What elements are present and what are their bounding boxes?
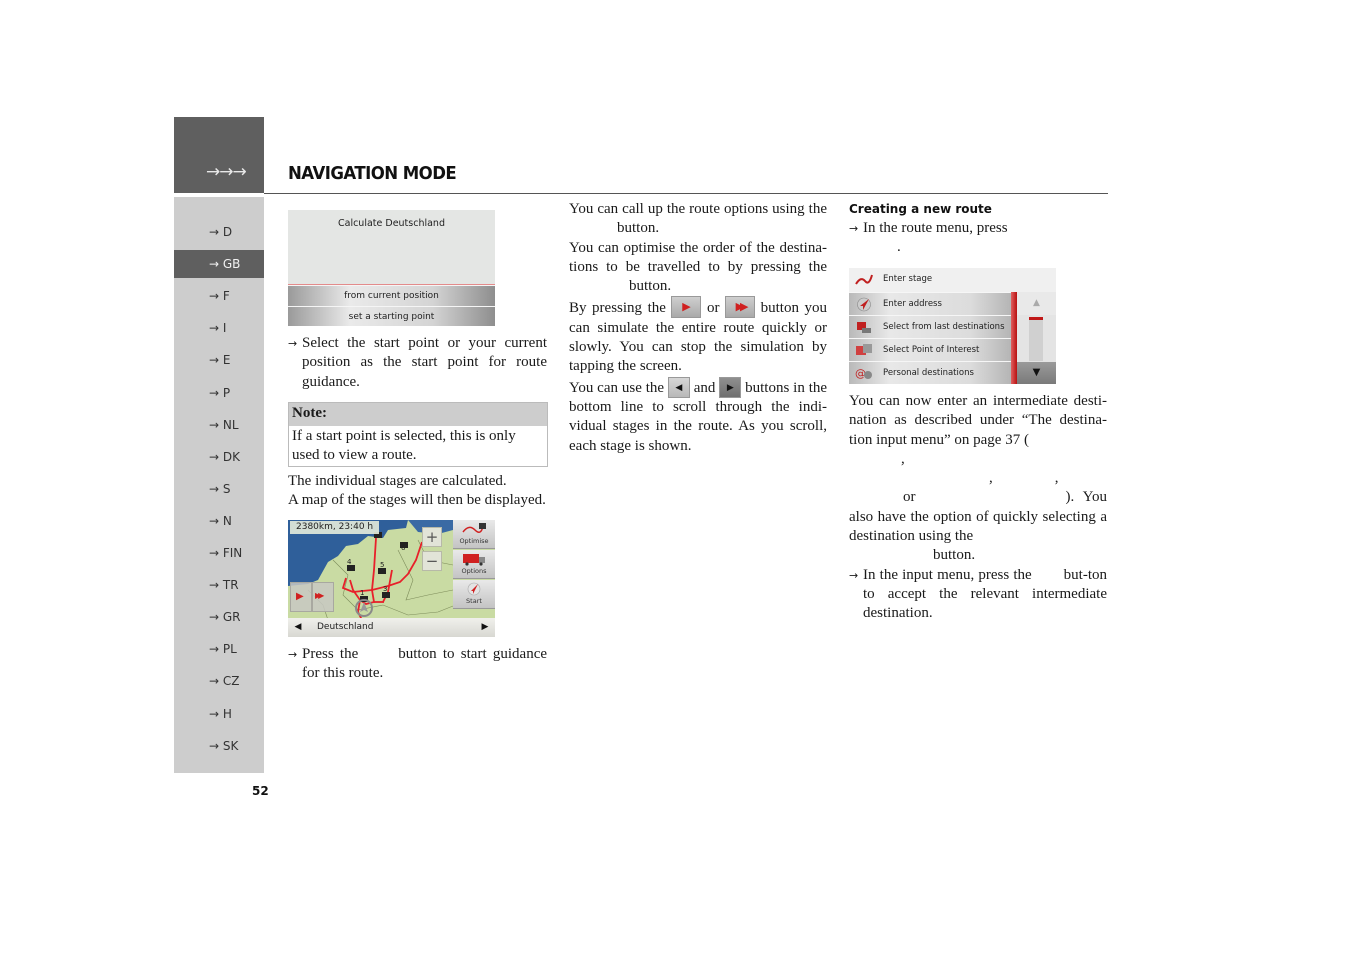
personal-destinations-icon: @ bbox=[855, 367, 872, 380]
language-tab-gb[interactable]: → GB bbox=[174, 250, 264, 279]
navigation-arrow-icon bbox=[467, 582, 481, 596]
screen-title: Calculate Deutschland bbox=[337, 218, 445, 229]
set-starting-point-button[interactable]: set a starting point bbox=[288, 306, 495, 326]
stage-number: 5 bbox=[380, 561, 384, 569]
language-tab-h[interactable]: → H bbox=[174, 700, 264, 728]
section-heading: Creating a new route bbox=[849, 202, 992, 216]
last-destinations-icon bbox=[857, 322, 871, 333]
language-tab-i[interactable]: → I bbox=[174, 314, 264, 342]
options-button[interactable]: Options bbox=[453, 550, 495, 579]
optimise-icon bbox=[462, 523, 486, 533]
note-box: Note: If a start point is selected, this… bbox=[288, 402, 548, 467]
right-arrow-button-icon: ▶ bbox=[719, 376, 742, 398]
page-number: 52 bbox=[252, 784, 269, 798]
chapter-title: NAVIGATION MODE bbox=[288, 163, 457, 184]
stage-number: 4 bbox=[347, 558, 352, 566]
zoom-in-button[interactable]: + bbox=[422, 527, 442, 547]
play-button-icon: ▶ bbox=[671, 296, 702, 319]
stage-number: 6 bbox=[401, 544, 406, 552]
route-map-screen: 1 3 4 5 6 2380km, 23:40 h + − Optimise O… bbox=[288, 520, 495, 637]
navigation-arrow-icon bbox=[857, 297, 871, 312]
note-text: If a start point is selected, this is on… bbox=[292, 428, 516, 464]
menu-item-personal-destinations[interactable]: @ Personal destinations bbox=[849, 361, 1011, 384]
language-tab-dk[interactable]: → DK bbox=[174, 443, 264, 471]
language-tab-f[interactable]: → F bbox=[174, 282, 264, 310]
play-icon: ▶ bbox=[296, 591, 304, 602]
language-tab-n[interactable]: → N bbox=[174, 507, 264, 535]
poi-icon bbox=[856, 344, 872, 355]
language-tab-fin[interactable]: → FIN bbox=[174, 539, 264, 567]
next-stage-button[interactable]: ▶ bbox=[475, 618, 495, 637]
simulate-play-button[interactable]: ▶ bbox=[290, 582, 312, 612]
step-route-menu: → In the route menu, press. bbox=[849, 220, 1008, 256]
note-heading: Note: bbox=[289, 403, 547, 426]
menu-scrollbar[interactable]: ▲ ▼ bbox=[1017, 292, 1056, 384]
menu-item-point-of-interest[interactable]: Select Point of Interest bbox=[849, 338, 1011, 361]
stage-label: Deutschland bbox=[317, 622, 374, 632]
menu-item-enter-address[interactable]: Enter address bbox=[849, 292, 1011, 315]
language-tab-pl[interactable]: → PL bbox=[174, 635, 264, 663]
chapter-arrows-icon: →→→ bbox=[206, 162, 247, 182]
fast-forward-icon: ▶▶ bbox=[315, 591, 324, 600]
step-select-start: → Select the start point or your current … bbox=[288, 335, 547, 390]
start-button[interactable]: Start bbox=[453, 580, 495, 609]
language-tab-nl[interactable]: → NL bbox=[174, 411, 264, 439]
previous-stage-button[interactable]: ◀ bbox=[288, 618, 308, 637]
route-distance-time: 2380km, 23:40 h bbox=[290, 521, 380, 534]
stage-number: 3 bbox=[383, 585, 387, 593]
fast-forward-button-icon: ▶▶ bbox=[725, 296, 756, 319]
stage-bottom-bar: ◀ Deutschland ▶ bbox=[288, 618, 495, 637]
stage-route-icon bbox=[855, 274, 873, 285]
header-divider bbox=[264, 193, 1108, 194]
truck-icon bbox=[463, 554, 485, 566]
language-tab-d[interactable]: → D bbox=[174, 218, 264, 246]
arrow-bullet-icon: → bbox=[288, 648, 298, 661]
language-tab-gr[interactable]: → GR bbox=[174, 603, 264, 631]
language-tabs: → D → GB → F → I → E → P → NL → DK → S → N → FIN → … bbox=[174, 197, 264, 773]
arrow-bullet-icon: → bbox=[849, 222, 859, 235]
language-tab-sk[interactable]: → SK bbox=[174, 732, 264, 760]
from-current-position-button[interactable]: from current position bbox=[288, 285, 495, 306]
calculate-route-screen: Calculate Deutschland from current posit… bbox=[288, 210, 495, 326]
scroll-track[interactable] bbox=[1029, 317, 1043, 361]
scroll-up-button[interactable]: ▲ bbox=[1017, 292, 1056, 315]
column3-paragraph: You can now enter an intermediate desti-… bbox=[849, 393, 1107, 622]
language-tab-tr[interactable]: → TR bbox=[174, 571, 264, 599]
step-press-start: → Press the button to start guidance for t… bbox=[288, 646, 548, 682]
arrow-bullet-icon: → bbox=[288, 337, 298, 350]
language-tab-e[interactable]: → E bbox=[174, 346, 264, 374]
arrow-bullet-icon: → bbox=[849, 568, 859, 582]
language-tab-p[interactable]: → P bbox=[174, 379, 264, 407]
language-tab-cz[interactable]: → CZ bbox=[174, 667, 264, 695]
menu-item-last-destinations[interactable]: Select from last destinations bbox=[849, 315, 1011, 338]
zoom-out-button[interactable]: − bbox=[422, 551, 442, 571]
route-lines bbox=[341, 537, 423, 621]
scroll-thumb[interactable] bbox=[1029, 317, 1043, 320]
stage-number: 1 bbox=[360, 589, 364, 597]
stages-paragraph: The individual stages are calculated. A … bbox=[288, 473, 546, 509]
scroll-down-button[interactable]: ▼ bbox=[1017, 362, 1056, 384]
menu-item-enter-stage[interactable]: Enter stage bbox=[849, 268, 1011, 292]
column2-text: You can call up the route options using … bbox=[569, 201, 828, 454]
simulate-fast-button[interactable]: ▶▶ bbox=[312, 582, 334, 612]
language-tab-s[interactable]: → S bbox=[174, 475, 264, 503]
optimise-button[interactable]: Optimise bbox=[453, 520, 495, 549]
left-arrow-button-icon: ◀ bbox=[667, 376, 690, 398]
route-menu-screen: Enter stage Enter address Select from la… bbox=[849, 268, 1056, 384]
